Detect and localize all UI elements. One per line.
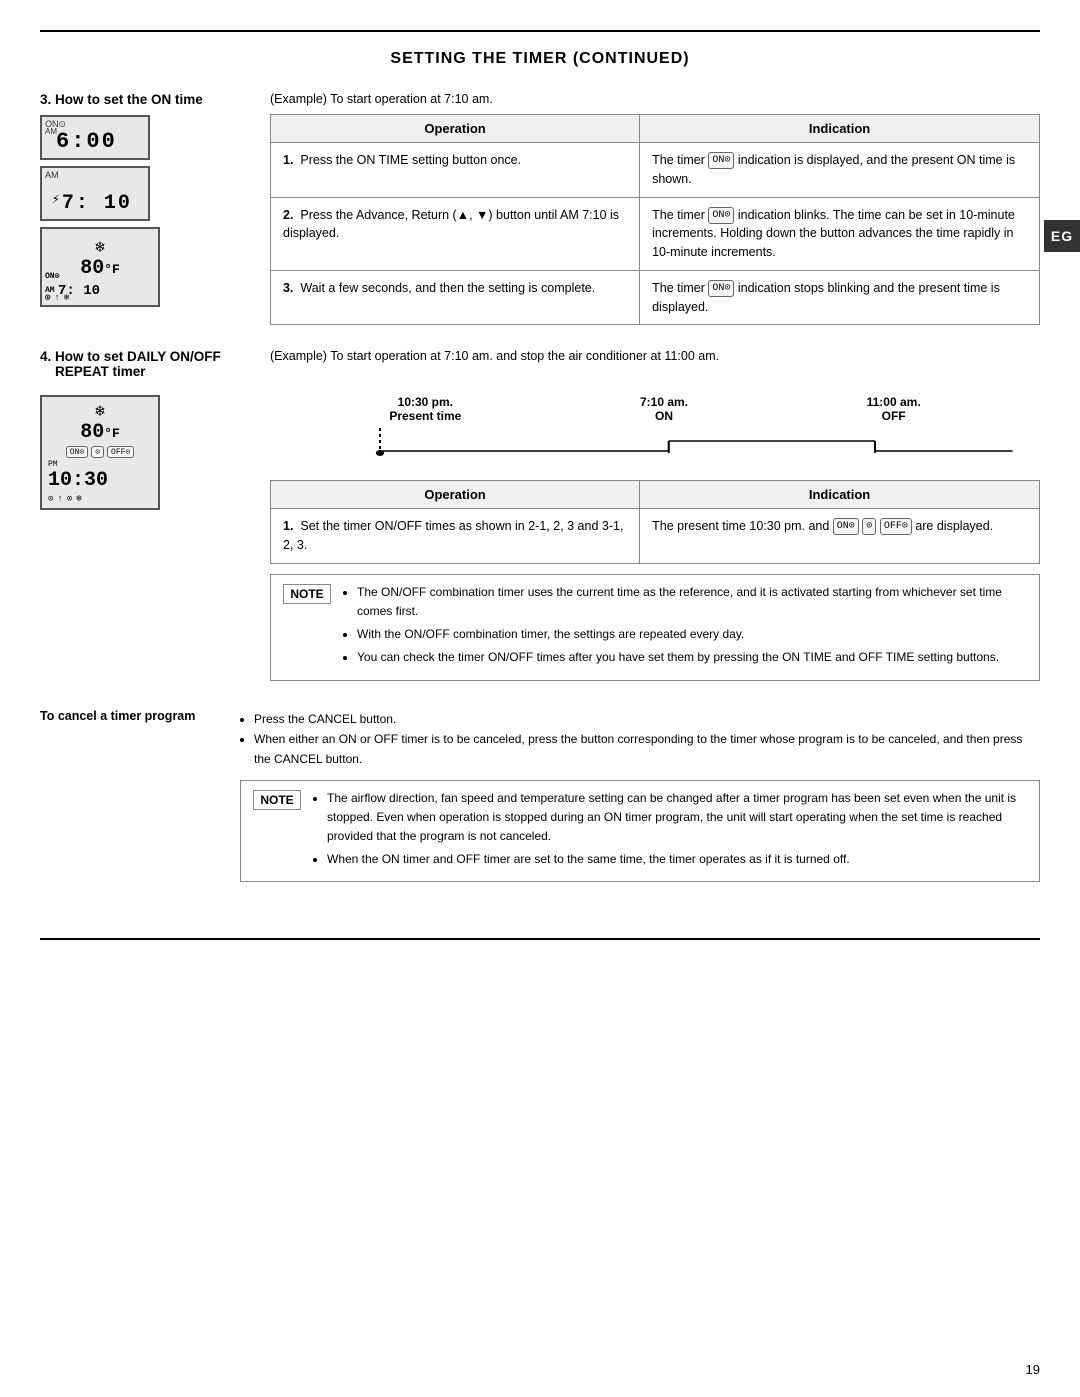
page-number: 19 [1026,1362,1040,1377]
timeline-diagram: 10:30 pm. Present time 7:10 am. ON 11:00… [270,395,1040,466]
table-row: 3. Wait a few seconds, and then the sett… [271,270,1040,325]
on-timer-icon-3: ON⊙ [708,280,734,297]
note1-item3: You can check the timer ON/OFF times aft… [357,648,1027,667]
note2-item2: When the ON timer and OFF timer are set … [327,850,1027,869]
mid-icon-s4: ⊙ [862,518,876,535]
section3-row1-op: 1. Press the ON TIME setting button once… [271,143,640,198]
section4-row1-op: 1. Set the timer ON/OFF times as shown i… [271,509,640,564]
lcd4-off-icon: OFF⊙ [107,446,134,458]
lcd3-bottom-icons: ⊙↑❄ [45,293,69,303]
on-timer-icon-1: ON⊙ [708,152,734,169]
timeline-label1: Present time [389,409,461,423]
lcd-images: ON⊙ AM 6:00 AM ⚡ 7: 10 ❄ 80°F ON⊙ AM 7: … [40,115,260,307]
lcd3-on-label: ON⊙ [45,271,59,281]
section4-example: (Example) To start operation at 7:10 am.… [270,349,1040,363]
on-timer-icon-2: ON⊙ [708,207,734,224]
timeline-col2: 7:10 am. ON [640,395,688,423]
lcd4-on-icon: ON⊙ [66,446,88,458]
section3-row3-ind: The timer ON⊙ indication stops blinking … [640,270,1040,325]
lcd-display-4: ❄ 80°F ON⊙ ⊙ OFF⊙ PM 10:30 ⊙↑⊙❄ [40,395,160,510]
lcd4-time: 10:30 [48,469,152,492]
lcd2-flash-icon: ⚡ [52,192,60,207]
off-icon-s4: OFF⊙ [880,518,912,535]
table-row: 2. Press the Advance, Return (▲, ▼) butt… [271,197,1040,270]
section4-note: NOTE The ON/OFF combination timer uses t… [270,574,1040,681]
table-row: 1. Set the timer ON/OFF times as shown i… [271,509,1040,564]
timeline-time1: 10:30 pm. [389,395,461,409]
lcd2-time: 7: 10 [62,184,132,215]
lcd3-snowflake: ❄ [48,237,152,257]
timeline-time3: 11:00 am. [867,395,921,409]
timeline-label3: OFF [867,409,921,423]
section3-row2-ind: The timer ON⊙ indication blinks. The tim… [640,197,1040,270]
section3-row1-ind: The timer ON⊙ indication is displayed, a… [640,143,1040,198]
timeline-time2: 7:10 am. [640,395,688,409]
lcd4-snowflake: ❄ [48,401,152,421]
note1-item1: The ON/OFF combination timer uses the cu… [357,583,1027,621]
lcd1-am-label: AM [45,127,57,136]
lcd4-bottom-labels: ON⊙ ⊙ OFF⊙ [48,446,152,458]
timeline-col3: 11:00 am. OFF [867,395,921,423]
lcd-display-3: ❄ 80°F ON⊙ AM 7: 10 ⊙↑❄ [40,227,160,307]
table-row: 1. Press the ON TIME setting button once… [271,143,1040,198]
lcd2-am-label: AM [45,170,59,180]
section3-row3-op: 3. Wait a few seconds, and then the sett… [271,270,640,325]
cancel-content: Press the CANCEL button. When either an … [240,709,1040,770]
lcd4-bottom-icons: ⊙↑⊙❄ [48,494,152,504]
cancel-item1: Press the CANCEL button. [254,709,1040,729]
section3-row2-op: 2. Press the Advance, Return (▲, ▼) butt… [271,197,640,270]
section4-col1: Operation [271,481,640,509]
lcd-display-2: AM ⚡ 7: 10 [40,166,150,221]
cancel-item2: When either an ON or OFF timer is to be … [254,729,1040,770]
page-title: SETTING THE TIMER (CONTINUED) [40,50,1040,68]
lcd4-mid-icon: ⊙ [91,446,104,458]
on-icon-s4: ON⊙ [833,518,859,535]
cancel-section: To cancel a timer program Press the CANC… [40,709,1040,770]
section3-header: 3. How to set the ON time [40,92,260,107]
note2-box: NOTE The airflow direction, fan speed an… [240,780,1040,883]
section3-col2: Indication [640,115,1040,143]
section3-right: (Example) To start operation at 7:10 am.… [270,92,1040,325]
lcd1-time: 6:00 [56,121,142,154]
timeline-label2: ON [640,409,688,423]
note2-item1: The airflow direction, fan speed and tem… [327,789,1027,847]
cancel-label: To cancel a timer program [40,709,240,723]
note1-label: NOTE [283,584,331,604]
note2-content: The airflow direction, fan speed and tem… [311,789,1027,874]
lcd-display-1: ON⊙ AM 6:00 [40,115,150,160]
section3-table: Operation Indication 1. Press the ON TIM… [270,114,1040,325]
timeline-col1: 10:30 pm. Present time [389,395,461,423]
eg-tab: EG [1044,220,1080,252]
section3-col1: Operation [271,115,640,143]
section4-col2: Indication [640,481,1040,509]
note2-section: NOTE The airflow direction, fan speed an… [40,780,1040,899]
lcd3-temp: 80°F [48,257,152,280]
note1-content: The ON/OFF combination timer uses the cu… [341,583,1027,672]
lcd4-pm-label: PM [48,460,152,469]
section4-lcd-area: ❄ 80°F ON⊙ ⊙ OFF⊙ PM 10:30 ⊙↑⊙❄ [40,395,270,510]
section4-row1-ind: The present time 10:30 pm. and ON⊙ ⊙ OFF… [640,509,1040,564]
section4-header: 4. How to set DAILY ON/OFF REPEAT timer [40,349,270,379]
section4-right: 10:30 pm. Present time 7:10 am. ON 11:00… [270,395,1040,696]
lcd4-temp: 80°F [48,421,152,444]
note2-label: NOTE [253,790,301,810]
timeline-svg [270,423,1040,463]
section4-table: Operation Indication 1. Set the timer ON… [270,480,1040,564]
section3-example: (Example) To start operation at 7:10 am. [270,92,1040,106]
note1-item2: With the ON/OFF combination timer, the s… [357,625,1027,644]
